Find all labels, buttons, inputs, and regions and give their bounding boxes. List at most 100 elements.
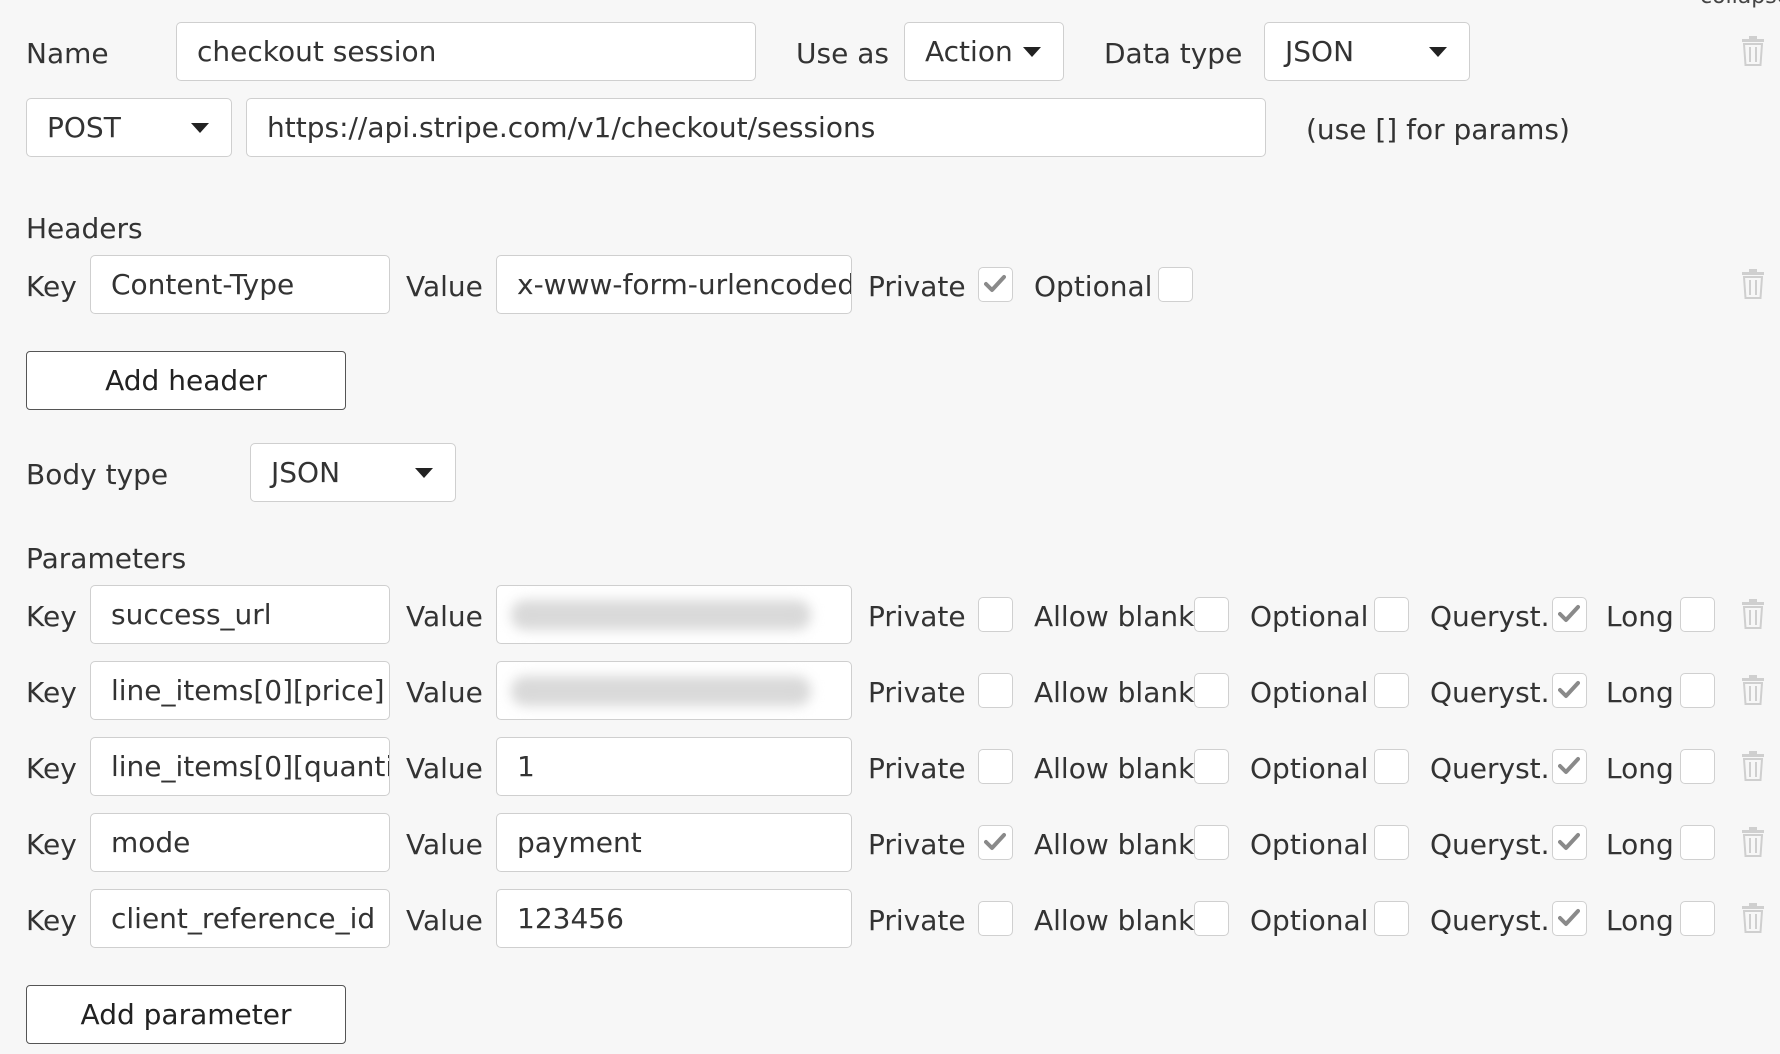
param-key-value: line_items[0][quantity] <box>111 750 390 783</box>
param-optional-label: Optional <box>1250 752 1369 785</box>
param-allow-blank-checkbox[interactable] <box>1194 901 1229 936</box>
param-long-checkbox[interactable] <box>1680 749 1715 784</box>
trash-icon[interactable] <box>1741 827 1765 857</box>
data-type-dropdown[interactable]: JSON <box>1264 22 1470 81</box>
param-private-label: Private <box>868 752 966 785</box>
param-private-checkbox[interactable] <box>978 673 1013 708</box>
headers-title: Headers <box>26 212 143 245</box>
param-queryst-checkbox[interactable] <box>1552 825 1587 860</box>
header-key-label: Key <box>26 270 77 303</box>
param-key-input[interactable]: line_items[0][price] <box>90 661 390 720</box>
param-private-checkbox[interactable] <box>978 825 1013 860</box>
param-queryst-label: Queryst. <box>1430 600 1550 633</box>
collapse-link[interactable]: collapse <box>1700 0 1780 8</box>
trash-icon[interactable] <box>1741 599 1765 629</box>
param-long-checkbox[interactable] <box>1680 597 1715 632</box>
param-value-input[interactable]: payment <box>496 813 852 872</box>
param-queryst-checkbox[interactable] <box>1552 901 1587 936</box>
param-queryst-checkbox[interactable] <box>1552 749 1587 784</box>
checkmark-icon <box>1558 605 1580 622</box>
param-optional-label: Optional <box>1250 904 1369 937</box>
param-optional-label: Optional <box>1250 828 1369 861</box>
params-hint: (use [] for params) <box>1306 113 1570 146</box>
body-type-label: Body type <box>26 458 169 491</box>
param-optional-checkbox[interactable] <box>1374 597 1409 632</box>
param-allow-blank-checkbox[interactable] <box>1194 673 1229 708</box>
trash-icon[interactable] <box>1741 269 1765 299</box>
trash-icon[interactable] <box>1741 903 1765 933</box>
trash-icon[interactable] <box>1741 36 1765 66</box>
param-value-input[interactable]: 1 <box>496 737 852 796</box>
param-long-checkbox[interactable] <box>1680 673 1715 708</box>
param-private-checkbox[interactable] <box>978 597 1013 632</box>
param-key-input[interactable]: line_items[0][quantity] <box>90 737 390 796</box>
use-as-dropdown[interactable]: Action <box>904 22 1064 81</box>
method-value: POST <box>47 111 121 144</box>
trash-icon[interactable] <box>1741 675 1765 705</box>
param-allow-blank-label: Allow blank <box>1034 600 1195 633</box>
caret-down-icon <box>1023 47 1041 57</box>
param-queryst-checkbox[interactable] <box>1552 597 1587 632</box>
param-long-checkbox[interactable] <box>1680 825 1715 860</box>
param-key-input[interactable]: client_reference_id <box>90 889 390 948</box>
url-input[interactable]: https://api.stripe.com/v1/checkout/sessi… <box>246 98 1266 157</box>
param-value-input[interactable] <box>496 661 852 720</box>
param-value-label: Value <box>406 828 483 861</box>
param-key-value: mode <box>111 826 191 859</box>
param-queryst-checkbox[interactable] <box>1552 673 1587 708</box>
header-private-label: Private <box>868 270 966 303</box>
param-key-input[interactable]: success_url <box>90 585 390 644</box>
use-as-value: Action <box>925 35 1013 68</box>
param-private-checkbox[interactable] <box>978 901 1013 936</box>
param-long-label: Long <box>1606 828 1674 861</box>
name-input[interactable]: checkout session <box>176 22 756 81</box>
name-label: Name <box>26 37 109 70</box>
param-allow-blank-checkbox[interactable] <box>1194 597 1229 632</box>
trash-icon[interactable] <box>1741 751 1765 781</box>
param-allow-blank-checkbox[interactable] <box>1194 825 1229 860</box>
param-key-value: line_items[0][price] <box>111 674 385 707</box>
param-private-label: Private <box>868 676 966 709</box>
param-optional-checkbox[interactable] <box>1374 749 1409 784</box>
param-optional-checkbox[interactable] <box>1374 673 1409 708</box>
param-allow-blank-label: Allow blank <box>1034 752 1195 785</box>
param-allow-blank-checkbox[interactable] <box>1194 749 1229 784</box>
param-value-input[interactable]: 123456 <box>496 889 852 948</box>
checkmark-icon <box>1558 757 1580 774</box>
param-queryst-label: Queryst. <box>1430 752 1550 785</box>
param-key-value: success_url <box>111 598 272 631</box>
param-optional-checkbox[interactable] <box>1374 901 1409 936</box>
param-queryst-label: Queryst. <box>1430 904 1550 937</box>
param-queryst-label: Queryst. <box>1430 828 1550 861</box>
header-value-value: x-www-form-urlencoded <box>517 268 852 301</box>
param-optional-label: Optional <box>1250 600 1369 633</box>
parameters-title: Parameters <box>26 542 187 575</box>
param-value-input[interactable] <box>496 585 852 644</box>
param-optional-label: Optional <box>1250 676 1369 709</box>
checkmark-icon <box>1558 833 1580 850</box>
param-long-label: Long <box>1606 676 1674 709</box>
param-value-label: Value <box>406 676 483 709</box>
param-allow-blank-label: Allow blank <box>1034 904 1195 937</box>
header-optional-checkbox[interactable] <box>1158 267 1193 302</box>
add-header-button[interactable]: Add header <box>26 351 346 410</box>
param-value-value: 1 <box>517 750 535 783</box>
param-long-label: Long <box>1606 904 1674 937</box>
method-dropdown[interactable]: POST <box>26 98 232 157</box>
body-type-dropdown[interactable]: JSON <box>250 443 456 502</box>
header-value-input[interactable]: x-www-form-urlencoded <box>496 255 852 314</box>
blurred-value <box>511 600 811 630</box>
param-private-label: Private <box>868 904 966 937</box>
param-optional-checkbox[interactable] <box>1374 825 1409 860</box>
param-long-label: Long <box>1606 752 1674 785</box>
param-key-input[interactable]: mode <box>90 813 390 872</box>
param-queryst-label: Queryst. <box>1430 676 1550 709</box>
data-type-value: JSON <box>1285 35 1355 68</box>
header-private-checkbox[interactable] <box>978 267 1013 302</box>
checkmark-icon <box>1558 681 1580 698</box>
header-key-input[interactable]: Content-Type <box>90 255 390 314</box>
param-private-checkbox[interactable] <box>978 749 1013 784</box>
use-as-label: Use as <box>796 37 889 70</box>
add-parameter-button[interactable]: Add parameter <box>26 985 346 1044</box>
param-long-checkbox[interactable] <box>1680 901 1715 936</box>
